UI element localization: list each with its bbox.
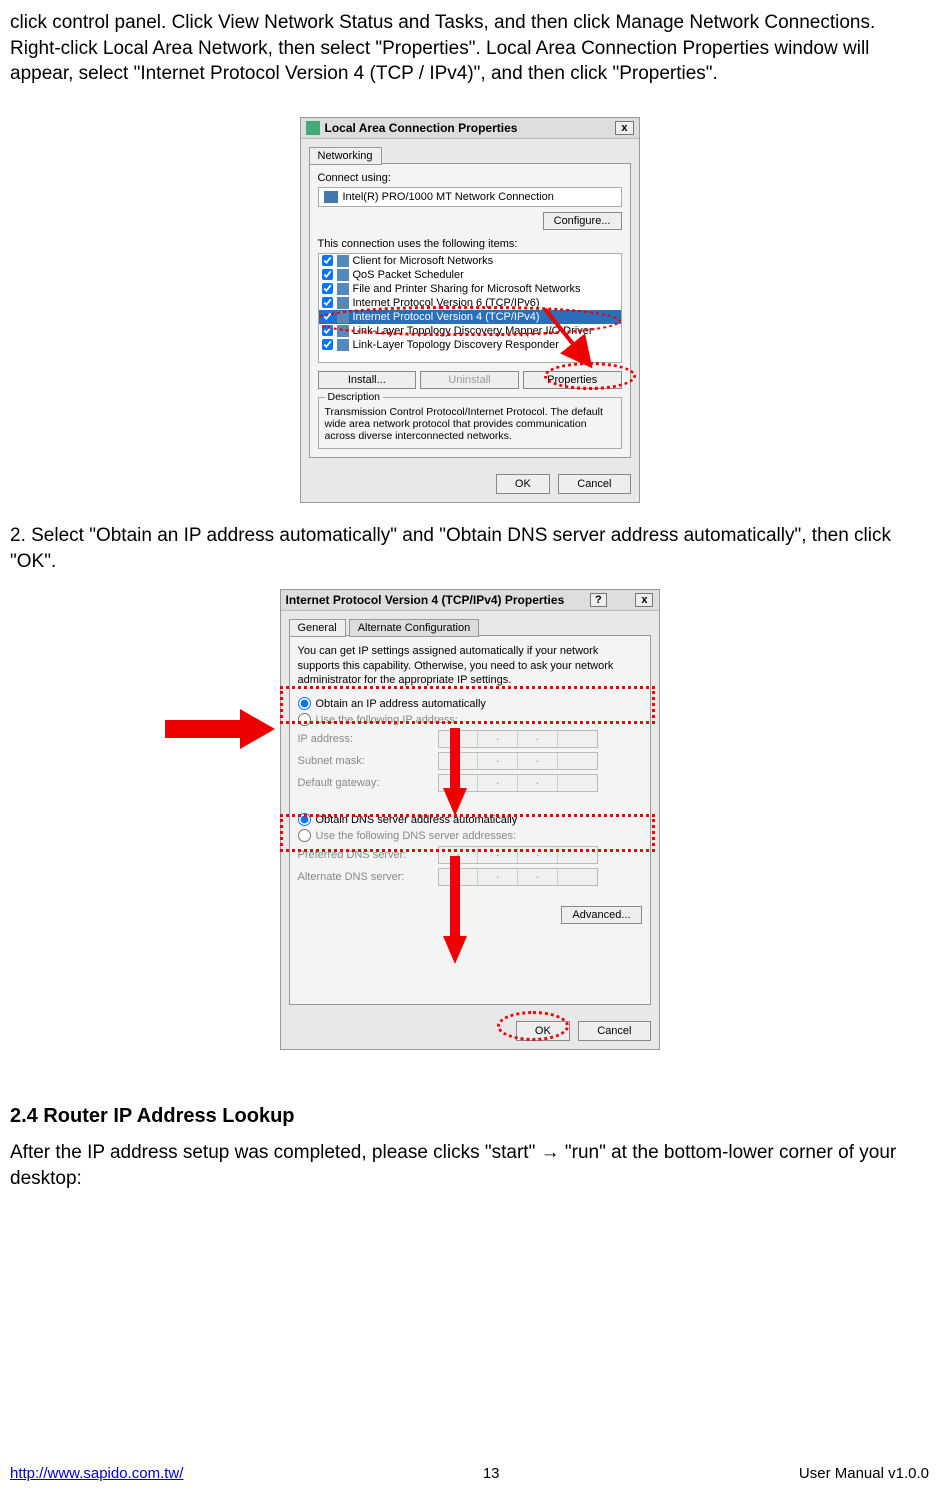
help-button[interactable]: ? xyxy=(590,593,607,607)
list-item[interactable]: QoS Packet Scheduler xyxy=(319,268,621,282)
item-label: Link-Layer Topology Discovery Mapper I/O… xyxy=(353,325,593,337)
description-text: Transmission Control Protocol/Internet P… xyxy=(325,406,603,442)
ip-field: ... xyxy=(438,730,598,748)
gateway-field: ... xyxy=(438,774,598,792)
checkbox[interactable] xyxy=(322,339,333,350)
close-button[interactable]: x xyxy=(635,593,653,607)
radio-label: Use the following DNS server addresses: xyxy=(316,830,517,842)
list-item[interactable]: Client for Microsoft Networks xyxy=(319,254,621,268)
description-group: Description Transmission Control Protoco… xyxy=(318,397,622,449)
radio-obtain-ip-auto[interactable]: Obtain an IP address automatically xyxy=(298,697,642,710)
pref-dns-row: Preferred DNS server: ... xyxy=(298,846,642,864)
ipv4-properties-dialog: Internet Protocol Version 4 (TCP/IPv4) P… xyxy=(280,589,660,1050)
radio-label: Obtain DNS server address automatically xyxy=(316,814,518,826)
general-tab[interactable]: General xyxy=(289,619,346,637)
checkbox[interactable] xyxy=(322,283,333,294)
client-icon xyxy=(337,255,349,267)
subnet-field: ... xyxy=(438,752,598,770)
properties-button[interactable]: Properties xyxy=(523,371,622,389)
field-label: Alternate DNS server: xyxy=(298,871,438,883)
install-button[interactable]: Install... xyxy=(318,371,417,389)
alt-dns-field: ... xyxy=(438,868,598,886)
lltd-mapper-icon xyxy=(337,325,349,337)
checkbox[interactable] xyxy=(322,297,333,308)
list-item[interactable]: File and Printer Sharing for Microsoft N… xyxy=(319,282,621,296)
adapter-icon xyxy=(324,191,338,203)
connect-using-label: Connect using: xyxy=(318,172,622,184)
item-label: Client for Microsoft Networks xyxy=(353,255,494,267)
close-button[interactable]: x xyxy=(615,121,633,135)
radio-label: Use the following IP address: xyxy=(316,714,458,726)
info-text: You can get IP settings assigned automat… xyxy=(298,644,642,687)
dialog-titlebar: Local Area Connection Properties x xyxy=(301,118,639,139)
radio-obtain-dns-auto[interactable]: Obtain DNS server address automatically xyxy=(298,813,642,826)
checkbox[interactable] xyxy=(322,255,333,266)
ipv6-icon xyxy=(337,297,349,309)
ok-button[interactable]: OK xyxy=(496,474,550,494)
radio-input[interactable] xyxy=(298,813,311,826)
fileshare-icon xyxy=(337,283,349,295)
list-item[interactable]: Link-Layer Topology Discovery Responder xyxy=(319,338,621,352)
pref-dns-field: ... xyxy=(438,846,598,864)
annotation-arrow-left xyxy=(165,704,275,754)
section-body: After the IP address setup was completed… xyxy=(10,1140,929,1191)
lltd-responder-icon xyxy=(337,339,349,351)
step2-text: 2. Select "Obtain an IP address automati… xyxy=(10,523,929,574)
items-list[interactable]: Client for Microsoft Networks QoS Packet… xyxy=(318,253,622,363)
footer-url[interactable]: http://www.sapido.com.tw/ xyxy=(10,1465,183,1482)
ip-address-row: IP address: ... xyxy=(298,730,642,748)
radio-label: Obtain an IP address automatically xyxy=(316,698,486,710)
subnet-row: Subnet mask: ... xyxy=(298,752,642,770)
items-label: This connection uses the following items… xyxy=(318,238,622,250)
ok-button[interactable]: OK xyxy=(516,1021,570,1041)
description-legend: Description xyxy=(325,391,384,403)
network-icon xyxy=(306,121,320,135)
item-label: File and Printer Sharing for Microsoft N… xyxy=(353,283,581,295)
dialog-title: Internet Protocol Version 4 (TCP/IPv4) P… xyxy=(286,593,565,607)
radio-input[interactable] xyxy=(298,697,311,710)
qos-icon xyxy=(337,269,349,281)
networking-tab[interactable]: Networking xyxy=(309,147,382,165)
ipv4-icon xyxy=(337,311,349,323)
dialog-titlebar: Internet Protocol Version 4 (TCP/IPv4) P… xyxy=(281,590,659,611)
list-item-selected[interactable]: Internet Protocol Version 4 (TCP/IPv4) xyxy=(319,310,621,324)
alternate-config-tab[interactable]: Alternate Configuration xyxy=(349,619,480,637)
alt-dns-row: Alternate DNS server: ... xyxy=(298,868,642,886)
adapter-name: Intel(R) PRO/1000 MT Network Connection xyxy=(343,191,554,203)
item-label: Link-Layer Topology Discovery Responder xyxy=(353,339,559,351)
field-label: Preferred DNS server: xyxy=(298,849,438,861)
field-label: IP address: xyxy=(298,733,438,745)
footer-page: 13 xyxy=(483,1465,500,1482)
checkbox[interactable] xyxy=(322,269,333,280)
field-label: Default gateway: xyxy=(298,777,438,789)
checkbox[interactable] xyxy=(322,325,333,336)
configure-button[interactable]: Configure... xyxy=(543,212,622,230)
page-footer: http://www.sapido.com.tw/ 13 User Manual… xyxy=(10,1465,929,1482)
gateway-row: Default gateway: ... xyxy=(298,774,642,792)
radio-use-ip[interactable]: Use the following IP address: xyxy=(298,713,642,726)
radio-input[interactable] xyxy=(298,829,311,842)
footer-version: User Manual v1.0.0 xyxy=(799,1465,929,1482)
item-label: Internet Protocol Version 6 (TCP/IPv6) xyxy=(353,297,540,309)
list-item[interactable]: Link-Layer Topology Discovery Mapper I/O… xyxy=(319,324,621,338)
item-label: Internet Protocol Version 4 (TCP/IPv4) xyxy=(353,311,540,323)
checkbox[interactable] xyxy=(322,311,333,322)
advanced-button[interactable]: Advanced... xyxy=(561,906,641,924)
cancel-button[interactable]: Cancel xyxy=(558,474,630,494)
radio-use-dns[interactable]: Use the following DNS server addresses: xyxy=(298,829,642,842)
list-item[interactable]: Internet Protocol Version 6 (TCP/IPv6) xyxy=(319,296,621,310)
adapter-box: Intel(R) PRO/1000 MT Network Connection xyxy=(318,187,622,207)
cancel-button[interactable]: Cancel xyxy=(578,1021,650,1041)
section-heading: 2.4 Router IP Address Lookup xyxy=(10,1105,929,1128)
intro-paragraph: click control panel. Click View Network … xyxy=(10,10,929,87)
field-label: Subnet mask: xyxy=(298,755,438,767)
dialog-title: Local Area Connection Properties xyxy=(325,121,518,135)
uninstall-button: Uninstall xyxy=(420,371,519,389)
lan-properties-dialog: Local Area Connection Properties x Netwo… xyxy=(300,117,640,503)
item-label: QoS Packet Scheduler xyxy=(353,269,464,281)
radio-input[interactable] xyxy=(298,713,311,726)
